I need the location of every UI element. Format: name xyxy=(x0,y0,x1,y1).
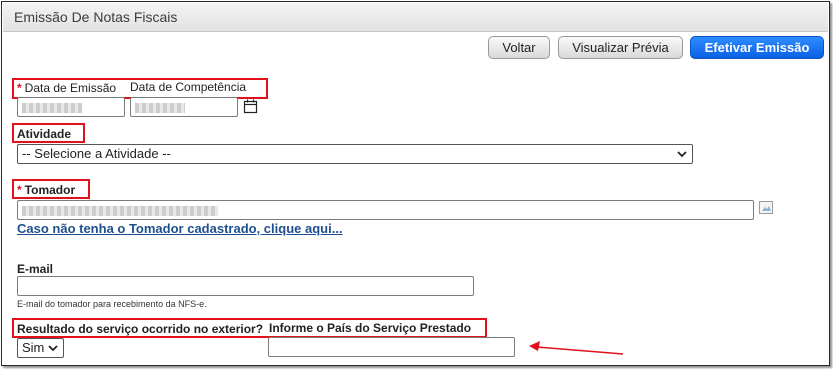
activity-selected-value: -- Selecione a Atividade -- xyxy=(22,146,171,161)
activity-label: Atividade xyxy=(17,127,72,141)
required-mark: * xyxy=(17,183,22,197)
arrow-annotation-icon xyxy=(529,341,624,355)
blurred-value xyxy=(22,103,82,113)
required-mark: * xyxy=(17,81,22,95)
email-field[interactable] xyxy=(17,276,474,296)
blurred-value xyxy=(135,103,185,113)
email-label: E-mail xyxy=(17,262,54,276)
exterior-label: Resultado do serviço ocorrido no exterio… xyxy=(17,322,264,336)
broken-image-icon xyxy=(759,201,773,214)
chevron-down-icon xyxy=(677,151,687,158)
country-field[interactable] xyxy=(268,337,515,357)
chevron-down-icon xyxy=(48,345,58,352)
back-button[interactable]: Voltar xyxy=(488,36,550,59)
emission-date-label: * Data de Emissão xyxy=(17,81,116,95)
taker-label: * Tomador xyxy=(17,183,75,197)
activity-select[interactable]: -- Selecione a Atividade -- xyxy=(17,144,693,164)
register-taker-link[interactable]: Caso não tenha o Tomador cadastrado, cli… xyxy=(17,221,343,236)
blurred-value xyxy=(22,206,218,216)
title-bar: Emissão De Notas Fiscais xyxy=(3,3,828,32)
exterior-select[interactable]: Sim xyxy=(17,338,64,358)
window-title: Emissão De Notas Fiscais xyxy=(14,9,178,25)
emission-date-label-text: Data de Emissão xyxy=(24,81,117,95)
taker-field[interactable] xyxy=(17,200,754,220)
competence-date-field[interactable] xyxy=(130,97,238,117)
preview-button[interactable]: Visualizar Prévia xyxy=(558,36,683,59)
emission-date-field[interactable] xyxy=(17,97,125,117)
calendar-icon[interactable] xyxy=(243,99,258,114)
email-help-text: E-mail do tomador para recebimento da NF… xyxy=(17,299,207,309)
dialog-window: Emissão De Notas Fiscais Voltar Visualiz… xyxy=(1,1,830,366)
competence-date-label: Data de Competência xyxy=(130,80,247,94)
taker-label-text: Tomador xyxy=(24,183,76,197)
country-label: Informe o País do Serviço Prestado xyxy=(269,321,472,335)
exterior-selected-value: Sim xyxy=(22,340,45,355)
submit-emission-button[interactable]: Efetivar Emissão xyxy=(690,36,824,59)
